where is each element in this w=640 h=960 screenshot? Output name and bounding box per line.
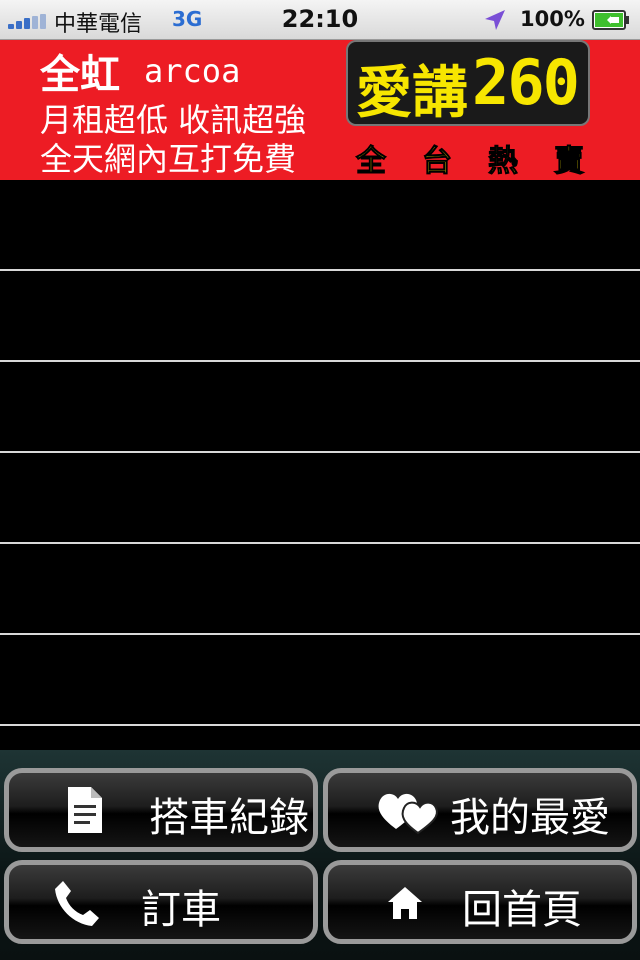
- record-list[interactable]: [0, 180, 640, 750]
- status-bar: 中華電信 3G 22:10 100%: [0, 0, 640, 40]
- ad-hot-char: 台: [422, 144, 453, 180]
- ride-history-label: 搭車紀錄: [149, 795, 309, 841]
- battery-percentage: 100%: [520, 7, 585, 31]
- home-icon: [388, 887, 422, 919]
- list-item[interactable]: [0, 271, 640, 362]
- ride-history-button[interactable]: 搭車紀錄: [4, 768, 318, 852]
- ad-hot-char: 賣: [554, 144, 585, 180]
- list-item[interactable]: [0, 635, 640, 726]
- ad-plan-name: 愛講: [356, 61, 468, 126]
- hearts-icon: [378, 793, 438, 835]
- battery-charging-icon: [592, 10, 629, 30]
- home-label: 回首頁: [462, 887, 582, 933]
- favorites-label: 我的最愛: [450, 795, 610, 841]
- home-button[interactable]: 回首頁: [323, 860, 637, 944]
- ad-plan-number: 260: [472, 46, 580, 119]
- list-item[interactable]: [0, 180, 640, 271]
- favorites-button[interactable]: 我的最愛: [323, 768, 637, 852]
- book-ride-button[interactable]: 訂車: [4, 860, 318, 944]
- ad-hot-char: 全: [356, 144, 387, 180]
- ad-brand: 全虹: [40, 53, 120, 97]
- document-icon: [68, 787, 102, 833]
- bottom-toolbar: 搭車紀錄 我的最愛 訂車 回首頁: [0, 750, 640, 960]
- list-item[interactable]: [0, 453, 640, 544]
- ad-banner[interactable]: 全虹 arcoa 月租超低 收訊超強 全天網內互打免費 愛講 260 全 台 熱…: [0, 40, 640, 180]
- list-item[interactable]: [0, 544, 640, 635]
- ad-brand-en: arcoa: [144, 52, 241, 90]
- phone-icon: [55, 881, 99, 926]
- ad-tagline-2: 全天網內互打免費: [40, 140, 297, 178]
- location-arrow-icon: [485, 10, 505, 30]
- book-ride-label: 訂車: [141, 887, 221, 933]
- list-item[interactable]: [0, 362, 640, 453]
- ad-hot-char: 熱: [488, 144, 519, 180]
